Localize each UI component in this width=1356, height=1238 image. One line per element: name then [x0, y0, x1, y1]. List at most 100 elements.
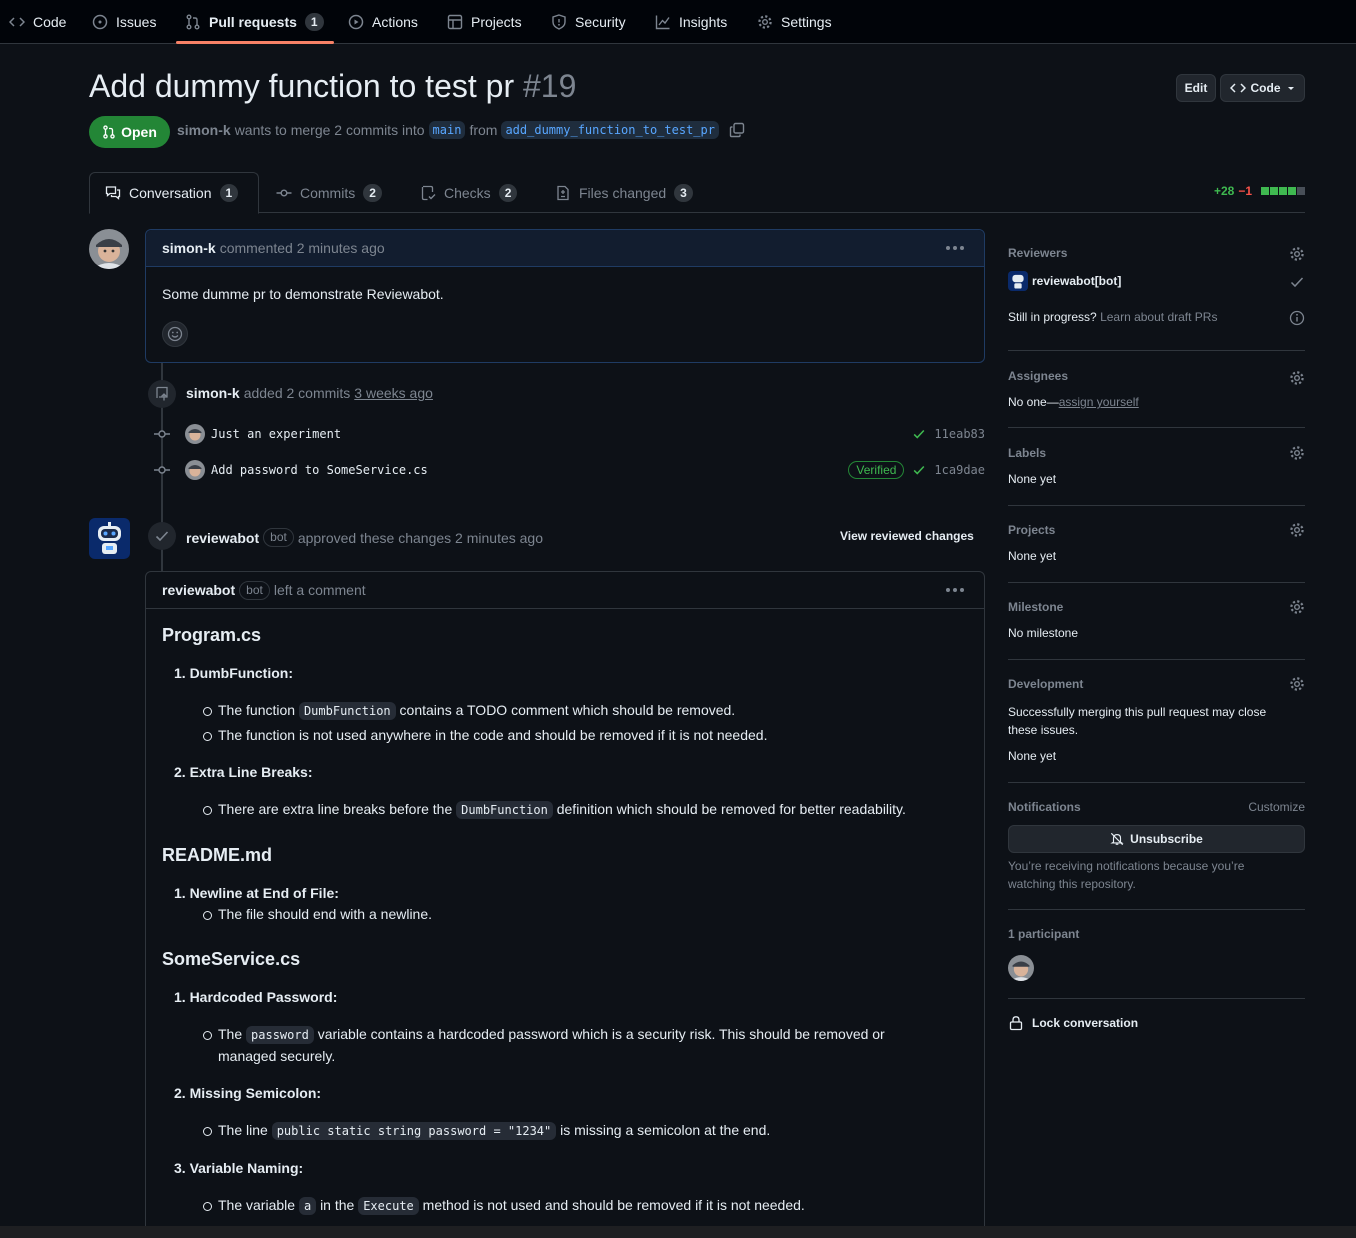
info-icon[interactable]: [1289, 310, 1305, 326]
tab-checks[interactable]: Checks 2: [405, 172, 532, 213]
assign-yourself-link[interactable]: assign yourself: [1059, 395, 1139, 409]
avatar[interactable]: [89, 229, 129, 269]
sidebar-reviewers: Reviewers reviewabot[bot] Still in progr…: [1008, 246, 1305, 332]
sidebar-divider: [1008, 909, 1305, 910]
notifications-line: watching this repository.: [1008, 877, 1136, 891]
bot-label: bot: [239, 580, 270, 600]
code-icon: [1229, 83, 1246, 93]
review-approved-badge: [148, 522, 176, 550]
pr-merge-text: wants to merge 2 commits into: [234, 122, 425, 138]
md-list-item-title: 3. Variable Naming:: [174, 1160, 304, 1176]
sidebar-divider: [1008, 659, 1305, 660]
diffstat-block: [1270, 187, 1278, 195]
kebab-menu-icon[interactable]: [946, 240, 964, 256]
gear-icon[interactable]: [1289, 445, 1305, 461]
gear-icon[interactable]: [1289, 522, 1305, 538]
gear-icon[interactable]: [1289, 370, 1305, 386]
avatar[interactable]: [185, 460, 205, 480]
md-list-item-title: 2. Missing Semicolon:: [174, 1085, 322, 1101]
pr-state-badge: Open: [89, 116, 170, 148]
window-bottom-edge: [0, 1226, 1356, 1238]
sidebar-development: Development Successfully merging this pu…: [1008, 677, 1305, 767]
sidebar-divider: [1008, 350, 1305, 351]
avatar[interactable]: [185, 424, 205, 444]
commit-sha[interactable]: 11eab83: [934, 427, 985, 441]
issue-icon: [92, 14, 108, 30]
nav-settings[interactable]: Settings: [757, 0, 832, 44]
nav-issues[interactable]: Issues: [92, 0, 156, 44]
reviewer-row[interactable]: reviewabot[bot]: [1008, 271, 1121, 291]
comment-author[interactable]: simon-k: [162, 240, 216, 256]
customize-link[interactable]: Customize: [1248, 800, 1305, 814]
nav-security-label: Security: [575, 14, 626, 30]
tab-conversation[interactable]: Conversation 1: [89, 172, 259, 214]
commits-event-time[interactable]: 3 weeks ago: [354, 385, 433, 401]
nav-security[interactable]: Security: [551, 0, 626, 44]
avatar[interactable]: [89, 518, 130, 559]
base-branch[interactable]: main: [428, 121, 466, 139]
md-text: The: [218, 1026, 243, 1042]
triangle-down-icon: [1287, 87, 1294, 90]
view-reviewed-changes-link[interactable]: View reviewed changes: [840, 529, 974, 543]
check-icon[interactable]: [912, 427, 926, 441]
md-bullet-text: The line public static string password =…: [202, 1120, 770, 1142]
shield-icon: [552, 14, 566, 30]
kebab-menu-icon[interactable]: [946, 582, 964, 598]
draft-link[interactable]: Learn about draft PRs: [1100, 310, 1217, 324]
checklist-icon: [421, 185, 436, 200]
gear-icon[interactable]: [1289, 676, 1305, 692]
assignees-value: No one—assign yourself: [1008, 395, 1139, 409]
sidebar-notifications: Notifications Customize: [1008, 800, 1305, 820]
commit-sha[interactable]: 1ca9dae: [934, 463, 985, 477]
pr-author-link[interactable]: simon-k: [177, 122, 231, 138]
md-heading: README.md: [162, 845, 273, 865]
verified-badge[interactable]: Verified: [848, 461, 905, 479]
nav-actions[interactable]: Actions: [348, 0, 418, 44]
md-heading-wrap: SomeService.cs: [162, 949, 300, 970]
avatar[interactable]: [1008, 955, 1034, 981]
sidebar-title: Projects: [1008, 523, 1056, 537]
sidebar-participants: 1 participant: [1008, 927, 1305, 985]
pr-number: #19: [522, 68, 577, 104]
unsubscribe-button[interactable]: Unsubscribe: [1008, 825, 1305, 853]
commit-message[interactable]: Just an experiment: [211, 427, 341, 441]
review-event-author[interactable]: reviewabot: [186, 530, 259, 546]
code-dropdown-button[interactable]: Code: [1220, 74, 1305, 102]
md-bullet-text: The function is not used anywhere in the…: [202, 725, 767, 746]
repo-push-icon: [156, 386, 168, 401]
diffstat-block: [1288, 187, 1296, 195]
pr-tabs: Conversation 1 Commits 2 Checks 2 Files …: [89, 172, 1305, 214]
md-bullet-text: The password variable contains a hardcod…: [203, 1024, 885, 1046]
md-list-item-title: 2. Extra Line Breaks:: [174, 764, 313, 780]
tab-conversation-label: Conversation: [129, 185, 212, 201]
nav-projects[interactable]: Projects: [447, 0, 522, 44]
commit-status: 11eab83: [912, 427, 985, 441]
tab-files-changed[interactable]: Files changed 3: [540, 172, 708, 213]
diffstat-block: [1261, 187, 1269, 195]
edit-button[interactable]: Edit: [1176, 74, 1216, 102]
nav-insights[interactable]: Insights: [655, 0, 727, 44]
check-icon[interactable]: [912, 463, 926, 477]
comment-header: reviewabot bot left a comment: [146, 572, 984, 609]
commits-event-author[interactable]: simon-k: [186, 385, 240, 401]
copy-icon[interactable]: [729, 122, 745, 138]
nav-pull-requests-label: Pull requests: [209, 14, 297, 30]
md-code: Execute: [358, 1197, 419, 1215]
md-text: There are extra line breaks before the: [218, 801, 453, 817]
gear-icon[interactable]: [1289, 599, 1305, 615]
head-branch[interactable]: add_dummy_function_to_test_pr: [501, 121, 719, 139]
commit-message[interactable]: Add password to SomeService.cs: [211, 463, 428, 477]
comment-author[interactable]: reviewabot: [162, 582, 235, 598]
add-reaction-button[interactable]: [162, 321, 188, 347]
review-body: Program.cs: [162, 625, 261, 646]
pull-request-icon: [103, 125, 115, 139]
sidebar-title: Milestone: [1008, 600, 1064, 614]
gear-icon[interactable]: [1289, 246, 1305, 262]
sidebar-title: Labels: [1008, 446, 1047, 460]
pr-title: Add dummy function to test pr #19: [89, 68, 576, 105]
nav-pull-requests[interactable]: Pull requests 1: [185, 0, 324, 44]
tab-commits[interactable]: Commits 2: [261, 172, 397, 213]
pr-title-text: Add dummy function to test pr: [89, 68, 515, 104]
nav-code[interactable]: Code: [9, 0, 66, 44]
lock-conversation-button[interactable]: Lock conversation: [1008, 1015, 1138, 1031]
